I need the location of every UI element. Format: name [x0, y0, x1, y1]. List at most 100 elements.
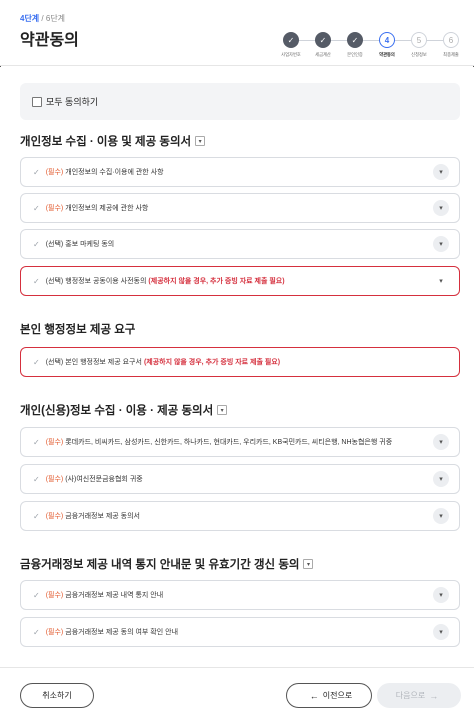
consent-item-label: 금융거래정보 제공 동의서: [65, 513, 140, 520]
required-tag: (필수): [45, 513, 64, 520]
consent-item-text: (필수) 롯데카드, 비씨카드, 삼성카드, 신한카드, 하나카드, 현대카드, …: [46, 437, 392, 447]
consent-item[interactable]: ✓ (필수) 금융거래정보 제공 내역 통지 안내 ▾: [20, 580, 460, 610]
check-icon[interactable]: ✓: [33, 204, 40, 213]
section-title-admin-info: 본인 행정정보 제공 요구: [20, 321, 135, 337]
next-button[interactable]: 다음으로 →: [377, 683, 461, 708]
consent-item[interactable]: ✓ (필수) 금융거래정보 제공 동의 여부 확인 안내 ▾: [20, 617, 460, 647]
current-step-text: 4단계: [20, 14, 40, 23]
consent-item-label: 개인정보의 제공에 관한 사항: [65, 205, 149, 212]
consent-item-label: 홍보 마케팅 동의: [65, 241, 115, 248]
consent-item-warning[interactable]: ✓ (선택) 본인 행정정보 제공 요구서 (제공하지 않을 경우, 추가 증빙 자…: [20, 347, 460, 377]
step-label: 본인인증: [347, 52, 363, 57]
prev-button-label: 이전으로: [322, 691, 353, 700]
check-icon[interactable]: ✓: [33, 277, 40, 286]
consent-item-label: (사)여신전문금융협회 귀중: [65, 476, 143, 483]
chevron-down-icon[interactable]: ▾: [433, 236, 449, 252]
section-title-text: 개인(신용)정보 수집 · 이용 · 제공 동의서: [20, 405, 214, 417]
checkbox-icon[interactable]: [32, 96, 42, 107]
arrow-left-icon: ←: [309, 690, 319, 701]
chevron-down-icon[interactable]: ▾: [303, 559, 314, 569]
step-6: 6 최종제출: [436, 32, 466, 58]
section-title-personal-info: 개인정보 수집 · 이용 및 제공 동의서 ▾: [20, 133, 206, 149]
consent-item-text: (선택) 행정정보 공동이용 사전동의 (제공하지 않을 경우, 추가 증빙 자료 …: [46, 276, 285, 286]
optional-tag: (선택): [45, 241, 64, 248]
consent-item-text: (필수) 금융거래정보 제공 동의서: [46, 511, 140, 521]
cancel-button[interactable]: 취소하기: [20, 683, 94, 708]
consent-item[interactable]: ✓ (필수) 개인정보의 제공에 관한 사항 ▾: [20, 193, 460, 223]
required-tag: (필수): [45, 629, 64, 636]
check-icon[interactable]: ✓: [33, 168, 40, 177]
consent-item-label: 개인정보의 수집·이용에 관한 사항: [65, 169, 164, 176]
section-title-financial-info: 금융거래정보 제공 내역 통지 안내문 및 유효기간 갱신 동의 ▾: [20, 556, 314, 572]
required-tag: (필수): [45, 439, 64, 446]
chevron-down-icon[interactable]: ▾: [433, 164, 449, 180]
consent-item-text: (필수) 금융거래정보 제공 내역 통지 안내: [46, 590, 164, 600]
chevron-down-icon[interactable]: ▾: [433, 624, 449, 640]
prev-button[interactable]: ← 이전으로: [286, 683, 372, 708]
step-label: 세금계산: [315, 52, 331, 57]
step-label: 사업자번호: [281, 52, 301, 57]
chevron-down-icon[interactable]: ▾: [433, 587, 449, 603]
step-1: ✓ 사업자번호: [276, 32, 306, 58]
consent-item-text: (필수) 개인정보의 제공에 관한 사항: [46, 203, 149, 213]
consent-item[interactable]: ✓ (필수) 개인정보의 수집·이용에 관한 사항 ▾: [20, 157, 460, 187]
warning-text: (제공하지 않을 경우, 추가 증빙 자료 제출 필요): [148, 278, 285, 285]
check-icon[interactable]: ✓: [33, 358, 40, 367]
chevron-down-icon[interactable]: ▾: [195, 136, 206, 146]
agree-all-checkbox[interactable]: 모두 동의하기: [20, 83, 460, 120]
check-icon[interactable]: ✓: [33, 512, 40, 521]
chevron-down-icon[interactable]: ▾: [433, 508, 449, 524]
check-icon: ✓: [283, 32, 299, 48]
chevron-down-icon[interactable]: ▾: [217, 405, 228, 415]
page-header: 4단계 / 6단계 약관동의 ✓ 사업자번호 ✓ 세금계산 ✓ 본인인증 4 약…: [0, 0, 474, 66]
consent-item-warning[interactable]: ✓ (선택) 행정정보 공동이용 사전동의 (제공하지 않을 경우, 추가 증빙 자…: [20, 266, 460, 296]
consent-item[interactable]: ✓ (필수) 금융거래정보 제공 동의서 ▾: [20, 501, 460, 531]
step-label: 신청정보: [411, 52, 427, 57]
chevron-down-icon[interactable]: ▾: [433, 200, 449, 216]
step-3: ✓ 본인인증: [340, 32, 370, 58]
step-counter: 4단계 / 6단계: [20, 13, 65, 24]
check-icon[interactable]: ✓: [33, 438, 40, 447]
page-footer: 취소하기 ← 이전으로 다음으로 →: [0, 667, 474, 722]
step-5: 5 신청정보: [404, 32, 434, 58]
section-title-credit-info: 개인(신용)정보 수집 · 이용 · 제공 동의서 ▾: [20, 402, 228, 418]
check-icon[interactable]: ✓: [33, 591, 40, 600]
consent-item-text: (필수) 개인정보의 수집·이용에 관한 사항: [46, 167, 164, 177]
step-number: 4: [379, 32, 395, 48]
next-button-label: 다음으로: [395, 691, 426, 700]
step-label: 최종제출: [443, 52, 459, 57]
chevron-down-icon[interactable]: ▾: [433, 273, 449, 289]
chevron-down-icon[interactable]: ▾: [433, 471, 449, 487]
cancel-button-label: 취소하기: [42, 691, 72, 700]
step-number: 5: [411, 32, 427, 48]
step-label: 약관동의: [379, 52, 395, 57]
consent-item-label: 행정정보 공동이용 사전동의: [65, 278, 147, 285]
page-title: 약관동의: [20, 32, 79, 49]
consent-item[interactable]: ✓ (선택) 홍보 마케팅 동의 ▾: [20, 229, 460, 259]
step-separator: /: [41, 14, 44, 23]
required-tag: (필수): [45, 592, 64, 599]
agree-all-label: 모두 동의하기: [46, 97, 99, 107]
step-number: 6: [443, 32, 459, 48]
required-tag: (필수): [45, 476, 64, 483]
arrow-right-icon: →: [429, 690, 439, 701]
check-icon[interactable]: ✓: [33, 628, 40, 637]
optional-tag: (선택): [45, 278, 64, 285]
warning-text: (제공하지 않을 경우, 추가 증빙 자료 제출 필요): [143, 359, 281, 366]
check-icon[interactable]: ✓: [33, 240, 40, 249]
consent-item[interactable]: ✓ (필수) (사)여신전문금융협회 귀중 ▾: [20, 464, 460, 494]
check-icon[interactable]: ✓: [33, 475, 40, 484]
consent-item[interactable]: ✓ (필수) 롯데카드, 비씨카드, 삼성카드, 신한카드, 하나카드, 현대카드…: [20, 427, 460, 457]
consent-item-label: 본인 행정정보 제공 요구서: [65, 359, 142, 366]
step-4: 4 약관동의: [372, 32, 402, 58]
total-steps-text: 6단계: [45, 14, 66, 23]
consent-item-text: (선택) 본인 행정정보 제공 요구서 (제공하지 않을 경우, 추가 증빙 자료 …: [46, 357, 280, 367]
check-icon: ✓: [347, 32, 363, 48]
step-2: ✓ 세금계산: [308, 32, 338, 58]
consent-item-label: 롯데카드, 비씨카드, 삼성카드, 신한카드, 하나카드, 현대카드, 우리카드…: [65, 439, 393, 446]
chevron-down-icon[interactable]: ▾: [433, 434, 449, 450]
optional-tag: (선택): [45, 359, 64, 366]
terms-content: 모두 동의하기 개인정보 수집 · 이용 및 제공 동의서 ▾ ✓ (필수) 개인…: [0, 67, 474, 667]
consent-item-text: (필수) 금융거래정보 제공 동의 여부 확인 안내: [46, 627, 178, 637]
section-title-text: 개인정보 수집 · 이용 및 제공 동의서: [20, 136, 192, 148]
